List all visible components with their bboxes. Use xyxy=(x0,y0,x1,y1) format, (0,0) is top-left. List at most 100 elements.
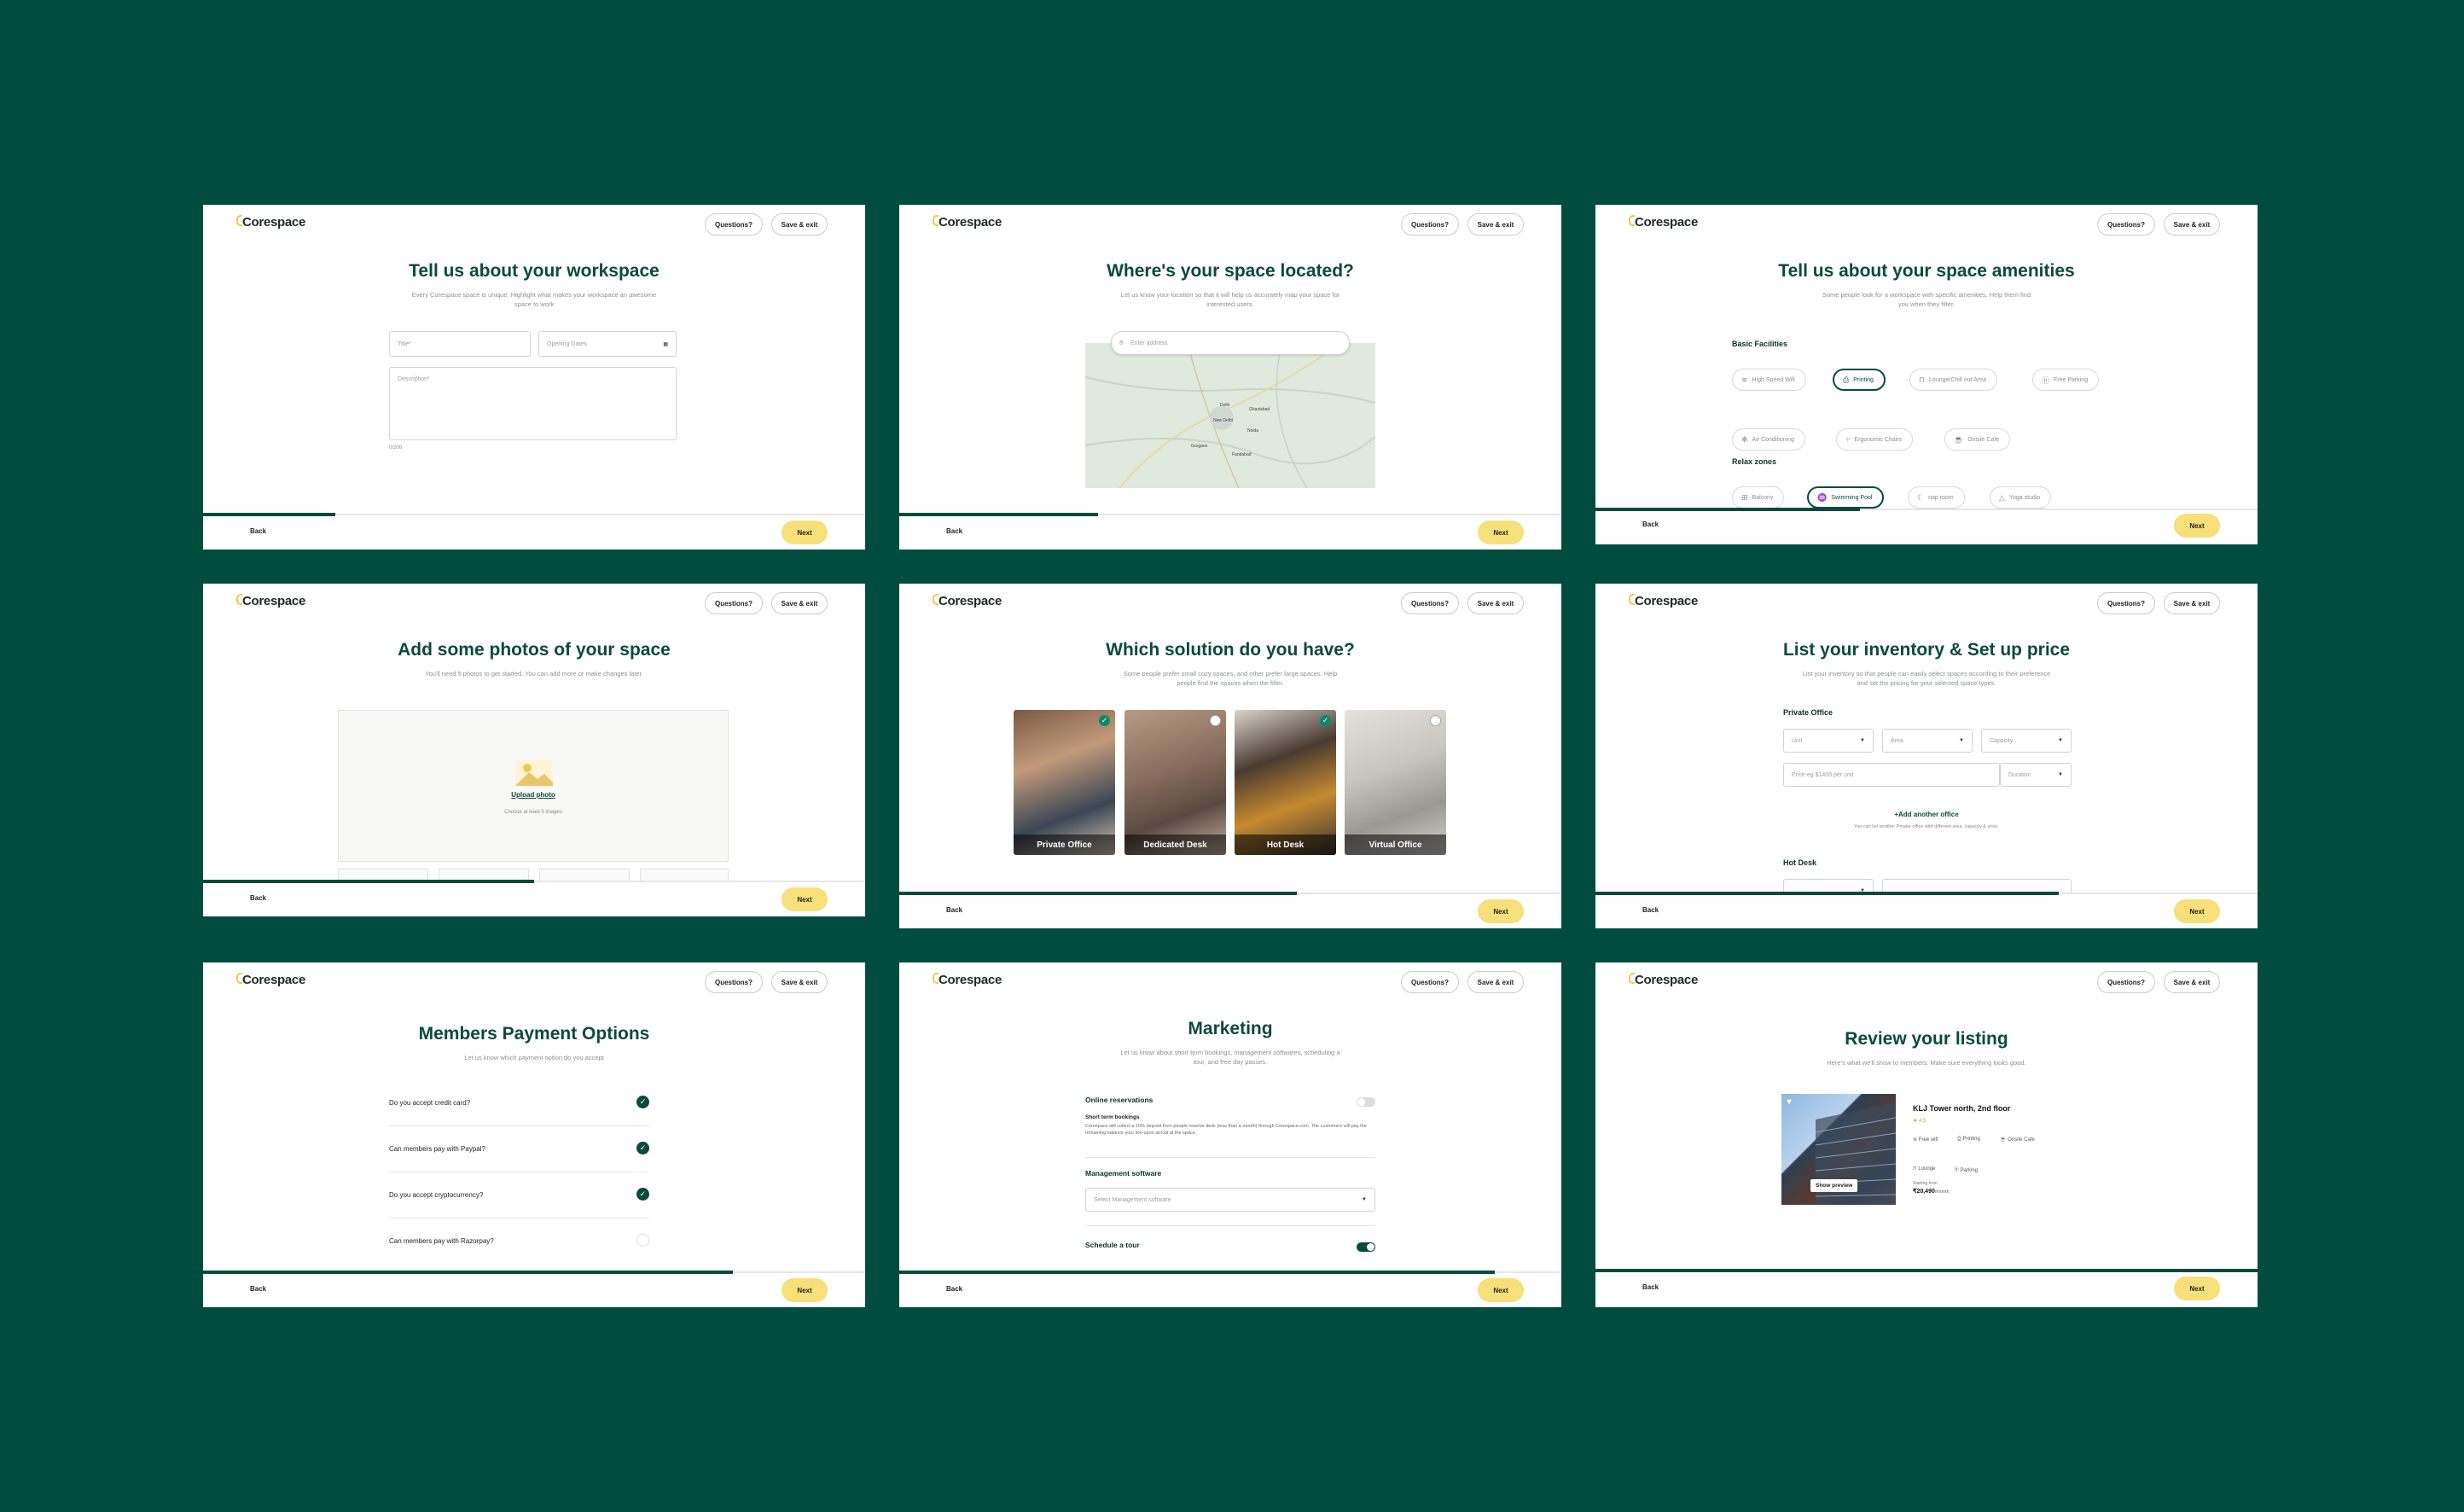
chip-printing[interactable]: ⎙ Printing xyxy=(1833,369,1886,391)
unit-select[interactable]: Unit ▼ xyxy=(1783,729,1874,753)
chip-ergonomic-chairs[interactable]: ⑂ Ergonomic Chairs xyxy=(1836,428,1914,451)
back-button[interactable]: Back xyxy=(946,906,962,914)
next-button[interactable]: Next xyxy=(1478,520,1524,544)
check-icon[interactable]: ✓ xyxy=(636,1096,649,1108)
save-exit-button[interactable]: Save & exit xyxy=(1467,592,1524,614)
duration-select[interactable]: Duration ▼ xyxy=(2000,763,2072,787)
chip-label: Free Parking xyxy=(2054,376,2089,383)
questions-button[interactable]: Questions? xyxy=(705,592,763,614)
progress-bar xyxy=(899,513,1098,516)
back-button[interactable]: Back xyxy=(1642,520,1659,528)
payment-option-row[interactable]: Do you accept credit card? ✓ xyxy=(389,1080,649,1126)
check-icon[interactable]: ✓ xyxy=(636,1188,649,1201)
back-button[interactable]: Back xyxy=(250,894,266,902)
back-button[interactable]: Back xyxy=(946,1285,962,1293)
back-button[interactable]: Back xyxy=(250,1285,266,1293)
parking-icon: ⓟ xyxy=(2042,375,2050,385)
chip-parking[interactable]: ⓟ Free Parking xyxy=(2032,369,2100,391)
progress-bar xyxy=(1595,1269,2258,1272)
questions-button[interactable]: Questions? xyxy=(2097,592,2155,614)
chip-lounge[interactable]: ⊓ Lounge/Chill out Area xyxy=(1909,369,1997,391)
payment-option-row[interactable]: Can members pay with Razorpay? xyxy=(389,1218,649,1265)
chip-swimming-pool[interactable]: ♒ Swimming Pool xyxy=(1807,486,1885,509)
upload-photo-link[interactable]: Upload photo xyxy=(339,791,728,799)
payment-option-row[interactable]: Do you accept cryptocurrency? ✓ xyxy=(389,1172,649,1218)
page-subtitle: Let us know your location so that it wil… xyxy=(1120,291,1340,308)
chair-icon: ⑂ xyxy=(1845,435,1851,444)
save-exit-button[interactable]: Save & exit xyxy=(2164,213,2220,236)
save-exit-button[interactable]: Save & exit xyxy=(771,971,828,993)
next-button[interactable]: Next xyxy=(1478,899,1524,923)
map-label: New Delhi xyxy=(1213,418,1233,423)
capacity-select[interactable]: Capacity ▼ xyxy=(1981,729,2072,753)
add-another-office-link[interactable]: +Add another office xyxy=(1595,811,2258,818)
address-input[interactable]: ⌾ Enter address xyxy=(1111,331,1350,355)
questions-button[interactable]: Questions? xyxy=(2097,971,2155,993)
listing-rating: ★ 4.5 xyxy=(1913,1119,1926,1124)
next-button[interactable]: Next xyxy=(2174,1276,2220,1300)
back-button[interactable]: Back xyxy=(946,527,962,535)
sofa-icon: ⊓ xyxy=(1919,375,1926,384)
next-button[interactable]: Next xyxy=(782,887,828,911)
save-exit-button[interactable]: Save & exit xyxy=(771,592,828,614)
payment-option-row[interactable]: Can members pay with Paypal? ✓ xyxy=(389,1126,649,1172)
location-map[interactable]: Delhi Ghaziabad New Delhi Noida Faridaba… xyxy=(1085,343,1375,488)
save-exit-button[interactable]: Save & exit xyxy=(2164,971,2220,993)
price-input[interactable]: Price eg $1400 per unit xyxy=(1783,763,2000,787)
questions-button[interactable]: Questions? xyxy=(2097,213,2155,236)
parking-icon: ⓟ xyxy=(1954,1168,1961,1173)
check-icon[interactable]: ✓ xyxy=(636,1142,649,1154)
title-input[interactable]: Title* xyxy=(389,331,531,357)
unchecked-icon[interactable] xyxy=(636,1234,649,1247)
next-button[interactable]: Next xyxy=(1478,1278,1524,1302)
next-button[interactable]: Next xyxy=(782,520,828,544)
back-button[interactable]: Back xyxy=(1642,1283,1659,1291)
schedule-tour-toggle[interactable] xyxy=(1357,1242,1375,1252)
questions-button[interactable]: Questions? xyxy=(705,971,763,993)
online-reservations-toggle[interactable] xyxy=(1357,1097,1375,1107)
solution-private-office[interactable]: ✓ Private Office xyxy=(1014,710,1115,855)
select-value: Unit xyxy=(1792,737,1803,744)
next-button[interactable]: Next xyxy=(2174,899,2220,923)
questions-button[interactable]: Questions? xyxy=(1401,971,1459,993)
back-button[interactable]: Back xyxy=(1642,906,1659,914)
price-unit: /month xyxy=(1934,1189,1950,1195)
save-exit-button[interactable]: Save & exit xyxy=(771,213,828,236)
chip-nap-room[interactable]: ☾ nap room xyxy=(1908,486,1965,509)
add-office-hint: You can list another Private office with… xyxy=(1854,824,1999,829)
management-software-select[interactable]: Select Management software ▼ xyxy=(1085,1188,1375,1212)
heart-icon[interactable]: ♥ xyxy=(1787,1097,1792,1107)
solution-dedicated-desk[interactable]: Dedicated Desk xyxy=(1124,710,1226,855)
solution-hot-desk[interactable]: ✓ Hot Desk xyxy=(1235,710,1336,855)
chip-onsite-cafe[interactable]: ☕ Onsite Cafe xyxy=(1944,428,2011,451)
map-label: Delhi xyxy=(1220,403,1230,408)
caret-down-icon: ▼ xyxy=(1362,1197,1367,1202)
management-software-label: Management software xyxy=(1085,1169,1162,1178)
progress-bar xyxy=(1595,508,1861,511)
page-subtitle: List your inventory so that people can e… xyxy=(1802,670,2051,687)
balcony-icon: ⊞ xyxy=(1741,492,1748,502)
next-button[interactable]: Next xyxy=(782,1278,828,1302)
next-button[interactable]: Next xyxy=(2174,514,2220,538)
area-select[interactable]: Area ▼ xyxy=(1882,729,1973,753)
questions-button[interactable]: Questions? xyxy=(1401,213,1459,236)
chip-label: Yoga studio xyxy=(2008,494,2041,501)
chip-wifi[interactable]: ≋ High Speed Wifi xyxy=(1732,369,1806,391)
opening-dates-input[interactable]: Opening Dates ▦ xyxy=(538,331,677,357)
questions-button[interactable]: Questions? xyxy=(1401,592,1459,614)
chip-yoga-studio[interactable]: △ Yoga studio xyxy=(1990,486,2052,509)
photo-upload-dropzone[interactable]: Upload photo Choose at least 5 images xyxy=(338,710,729,862)
solution-virtual-office[interactable]: Virtual Office xyxy=(1345,710,1446,855)
chip-air-conditioning[interactable]: ✻ Air Conditioning xyxy=(1732,428,1805,451)
show-preview-button[interactable]: Show preview xyxy=(1810,1179,1858,1192)
card-payment-options: Corespace Questions? Save & exit Members… xyxy=(203,962,865,1307)
listing-photo[interactable]: ♥ Show preview xyxy=(1781,1094,1896,1205)
save-exit-button[interactable]: Save & exit xyxy=(1467,213,1524,236)
chip-balcony[interactable]: ⊞ Balcony xyxy=(1732,486,1785,509)
save-exit-button[interactable]: Save & exit xyxy=(1467,971,1524,993)
description-input[interactable]: Description* xyxy=(389,367,677,440)
back-button[interactable]: Back xyxy=(250,527,266,535)
page-title: Marketing xyxy=(1188,1019,1273,1038)
save-exit-button[interactable]: Save & exit xyxy=(2164,592,2220,614)
questions-button[interactable]: Questions? xyxy=(705,213,763,236)
